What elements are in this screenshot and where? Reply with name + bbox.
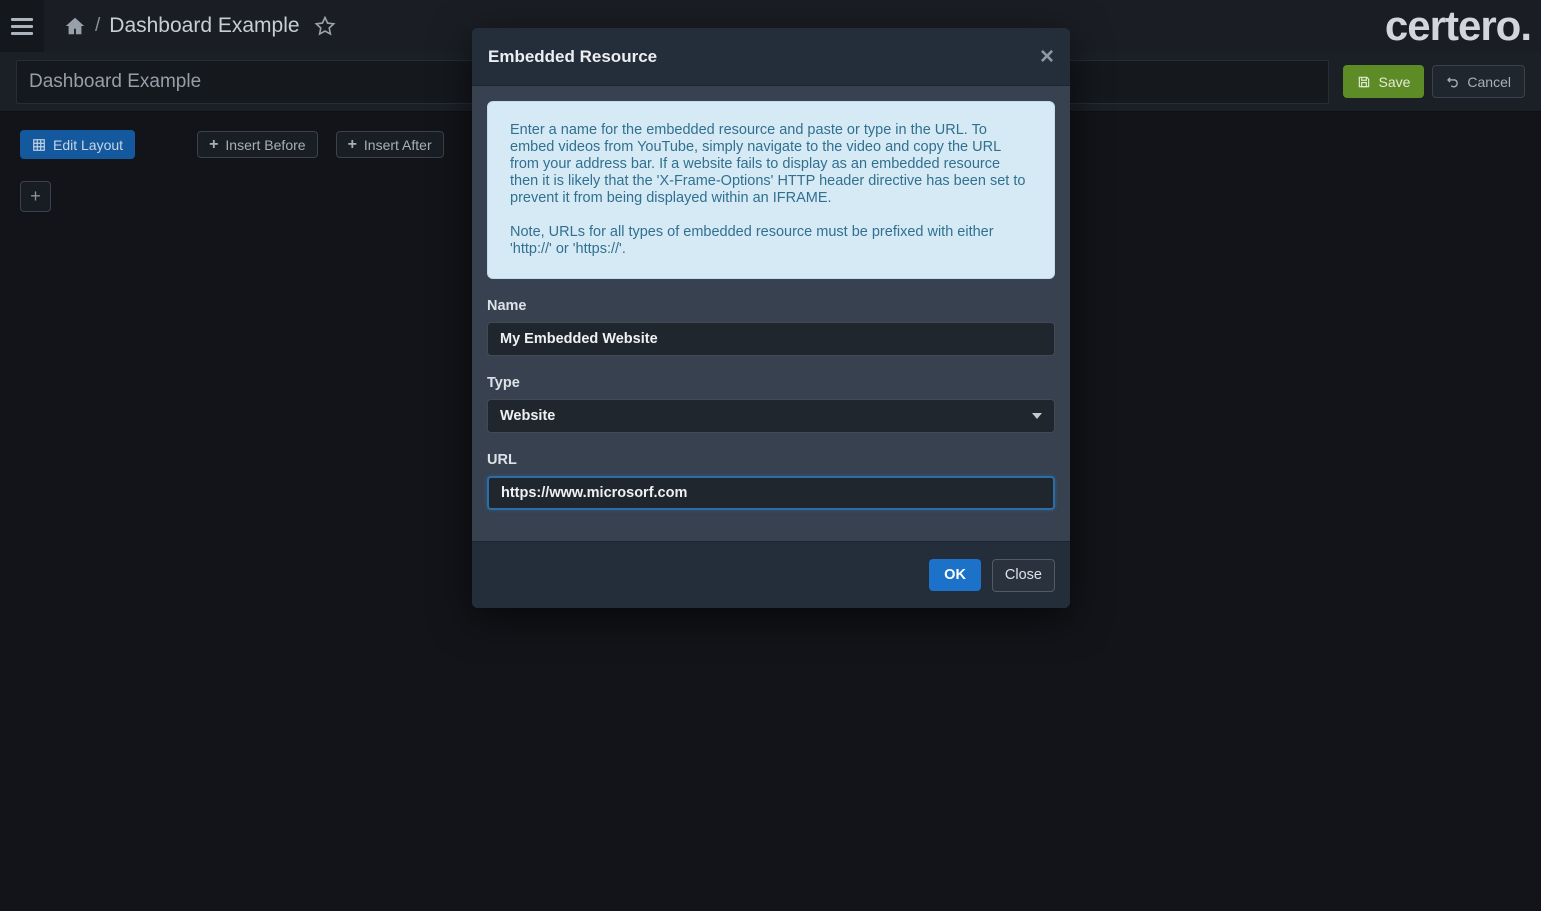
cancel-button[interactable]: Cancel: [1432, 65, 1525, 98]
close-button-label: Close: [1004, 566, 1042, 583]
undo-icon: [1447, 76, 1459, 87]
chevron-down-icon: [1032, 413, 1042, 419]
certero-logo: certero.: [1384, 2, 1532, 49]
info-message: Enter a name for the embedded resource a…: [487, 101, 1055, 279]
info-paragraph-1: Enter a name for the embedded resource a…: [510, 122, 1026, 206]
name-input[interactable]: [487, 322, 1055, 356]
insert-before-button[interactable]: + Insert Before: [197, 131, 318, 158]
breadcrumb-separator: /: [95, 15, 101, 36]
modal-body: Enter a name for the embedded resource a…: [472, 86, 1070, 525]
insert-before-label: Insert Before: [225, 136, 306, 153]
type-select[interactable]: Website: [487, 399, 1055, 433]
modal-close-button[interactable]: Close: [991, 558, 1055, 592]
ok-button[interactable]: OK: [929, 559, 981, 591]
type-select-value: Website: [500, 408, 556, 424]
name-field-label: Name: [487, 298, 527, 314]
modal-header: Embedded Resource ×: [472, 28, 1070, 86]
close-icon[interactable]: ×: [1040, 44, 1054, 69]
edit-layout-label: Edit Layout: [53, 136, 124, 153]
save-button[interactable]: Save: [1343, 65, 1425, 98]
url-field-label: URL: [487, 452, 517, 468]
add-widget-button[interactable]: +: [20, 181, 51, 212]
layout-actions-row: Edit Layout + Insert Before + Insert Aft…: [20, 130, 444, 159]
save-icon: [1359, 76, 1370, 87]
save-button-label: Save: [1378, 73, 1411, 90]
ok-button-label: OK: [944, 566, 966, 583]
url-input[interactable]: [487, 476, 1055, 510]
plus-icon: +: [30, 186, 41, 206]
edit-layout-button[interactable]: Edit Layout: [20, 130, 136, 159]
embedded-resource-modal: Embedded Resource × Enter a name for the…: [472, 28, 1070, 608]
star-icon[interactable]: [313, 14, 337, 38]
cancel-button-label: Cancel: [1467, 73, 1511, 90]
modal-title: Embedded Resource: [488, 46, 658, 66]
grid-icon: [33, 138, 45, 151]
breadcrumb: / Dashboard Example: [64, 14, 337, 38]
plus-icon: +: [209, 135, 219, 153]
hamburger-icon: [11, 14, 33, 39]
insert-after-button[interactable]: + Insert After: [335, 131, 444, 158]
modal-footer: OK Close: [472, 541, 1070, 608]
type-field-label: Type: [487, 375, 520, 391]
hamburger-menu-button[interactable]: [0, 0, 44, 52]
home-icon[interactable]: [64, 15, 86, 37]
breadcrumb-title[interactable]: Dashboard Example: [109, 14, 299, 38]
info-paragraph-2: Note, URLs for all types of embedded res…: [510, 224, 994, 257]
insert-after-label: Insert After: [363, 136, 432, 153]
plus-icon: +: [347, 135, 357, 153]
